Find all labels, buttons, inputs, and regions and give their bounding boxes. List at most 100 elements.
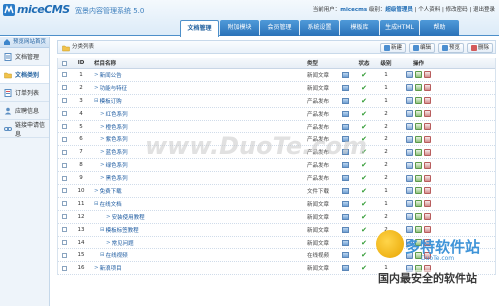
delete-row-icon[interactable] xyxy=(424,174,431,182)
preview-button[interactable]: 预览 xyxy=(437,43,464,53)
row-checkbox[interactable] xyxy=(58,124,70,129)
row-checkbox[interactable] xyxy=(58,201,70,207)
add-sub-icon[interactable] xyxy=(406,135,413,143)
select-all-checkbox[interactable] xyxy=(58,60,70,66)
edit-row-icon[interactable] xyxy=(415,71,422,79)
status-check-icon[interactable]: ✔ xyxy=(352,213,376,221)
edit-row-icon[interactable] xyxy=(415,251,422,259)
delete-row-icon[interactable] xyxy=(424,200,431,208)
table-row[interactable]: 6 > 紫色系列 产品发布 ✔ 2 xyxy=(58,133,495,147)
row-checkbox[interactable] xyxy=(58,227,70,233)
table-row[interactable]: 16 > 新浪项目 新闻文章 ✔ 1 xyxy=(58,262,495,276)
edit-row-icon[interactable] xyxy=(415,264,422,272)
add-sub-icon[interactable] xyxy=(406,187,413,195)
status-check-icon[interactable]: ✔ xyxy=(352,239,376,247)
tab-help[interactable]: 帮助 xyxy=(420,20,459,36)
tab-settings[interactable]: 系统设置 xyxy=(300,20,339,36)
row-name[interactable]: ⊟ 在线视频 xyxy=(92,251,307,259)
table-row[interactable]: 4 > 红色系列 产品发布 ✔ 2 xyxy=(58,108,495,121)
edit-row-icon[interactable] xyxy=(415,174,422,182)
row-name[interactable]: > 绿色系列 xyxy=(92,161,307,169)
delete-row-icon[interactable] xyxy=(424,110,431,118)
row-checkbox[interactable] xyxy=(58,111,70,117)
row-name[interactable]: > 安装使用教程 xyxy=(92,213,307,221)
add-sub-icon[interactable] xyxy=(406,71,413,79)
edit-row-icon[interactable] xyxy=(415,123,422,130)
row-name[interactable]: > 红色系列 xyxy=(92,110,307,118)
sidebar-item-documents[interactable]: 文档管理 xyxy=(0,48,49,66)
delete-row-icon[interactable] xyxy=(424,135,431,143)
add-sub-icon[interactable] xyxy=(406,213,413,221)
row-checkbox[interactable] xyxy=(58,175,70,181)
add-sub-icon[interactable] xyxy=(406,123,413,130)
status-check-icon[interactable]: ✔ xyxy=(352,226,376,234)
row-name[interactable]: ⊟ 在线文档 xyxy=(92,200,307,208)
delete-row-icon[interactable] xyxy=(424,148,431,156)
status-check-icon[interactable]: ✔ xyxy=(352,187,376,195)
table-row[interactable]: 9 > 黑色系列 产品发布 ✔ 2 xyxy=(58,172,495,186)
status-check-icon[interactable]: ✔ xyxy=(352,264,376,272)
preview-home-link[interactable]: 预览网站首页 xyxy=(0,37,49,48)
add-sub-icon[interactable] xyxy=(406,110,413,118)
table-row[interactable]: 1 > 新闻公告 新闻文章 ✔ 1 xyxy=(58,69,495,82)
delete-button[interactable]: 删除 xyxy=(466,43,493,53)
table-row[interactable]: 7 > 蓝色系列 产品发布 ✔ 2 xyxy=(58,146,495,160)
row-checkbox[interactable] xyxy=(58,72,70,78)
table-row[interactable]: 2 > 功能与特征 新闻文章 ✔ 1 xyxy=(58,82,495,95)
row-checkbox[interactable] xyxy=(58,240,70,246)
sidebar-item-categories[interactable]: 文档类别 xyxy=(0,66,49,84)
status-check-icon[interactable]: ✔ xyxy=(352,135,376,143)
edit-row-icon[interactable] xyxy=(415,213,422,221)
edit-button[interactable]: 编辑 xyxy=(408,43,435,53)
status-check-icon[interactable]: ✔ xyxy=(352,251,376,259)
sidebar-item-link-requests[interactable]: 链接申请信息 xyxy=(0,120,49,138)
add-sub-icon[interactable] xyxy=(406,97,413,105)
add-sub-icon[interactable] xyxy=(406,226,413,234)
status-check-icon[interactable]: ✔ xyxy=(352,84,376,92)
row-name[interactable]: > 常见问题 xyxy=(92,239,307,247)
edit-row-icon[interactable] xyxy=(415,110,422,118)
row-name[interactable]: > 黑色系列 xyxy=(92,174,307,182)
delete-row-icon[interactable] xyxy=(424,97,431,105)
delete-row-icon[interactable] xyxy=(424,239,431,247)
row-name[interactable]: ⊟ 模板订购 xyxy=(92,97,307,105)
delete-row-icon[interactable] xyxy=(424,84,431,92)
delete-row-icon[interactable] xyxy=(424,213,431,221)
tab-templates[interactable]: 模板库 xyxy=(340,20,379,36)
row-checkbox[interactable] xyxy=(58,188,70,194)
status-check-icon[interactable]: ✔ xyxy=(352,200,376,208)
row-name[interactable]: ⊟ 模板标签教程 xyxy=(92,226,307,234)
edit-row-icon[interactable] xyxy=(415,84,422,92)
row-name[interactable]: > 新浪项目 xyxy=(92,264,307,272)
status-check-icon[interactable]: ✔ xyxy=(352,148,376,156)
table-row[interactable]: 14>常见问题新闻文章✔2 xyxy=(58,237,495,250)
add-sub-icon[interactable] xyxy=(406,84,413,92)
add-sub-icon[interactable] xyxy=(406,161,413,169)
row-name[interactable]: > 功能与特征 xyxy=(92,84,307,92)
edit-row-icon[interactable] xyxy=(415,239,422,247)
row-checkbox[interactable] xyxy=(58,214,70,220)
table-row[interactable]: 5 > 橙色系列 产品发布 ✔ 2 xyxy=(58,121,495,134)
row-checkbox[interactable] xyxy=(58,265,70,271)
add-sub-icon[interactable] xyxy=(406,239,413,247)
row-name[interactable]: > 橙色系列 xyxy=(92,123,307,131)
table-row[interactable]: 10 > 免费下载 文件下载 ✔ 1 xyxy=(58,185,495,198)
new-button[interactable]: 新建 xyxy=(379,43,406,53)
sidebar-item-orders[interactable]: 订单列表 xyxy=(0,84,49,102)
delete-row-icon[interactable] xyxy=(424,264,431,272)
status-check-icon[interactable]: ✔ xyxy=(352,174,376,182)
tab-documents[interactable]: 文档管理 xyxy=(180,20,219,37)
add-sub-icon[interactable] xyxy=(406,174,413,182)
delete-row-icon[interactable] xyxy=(424,226,431,234)
edit-row-icon[interactable] xyxy=(415,135,422,143)
status-check-icon[interactable]: ✔ xyxy=(352,110,376,118)
edit-row-icon[interactable] xyxy=(415,148,422,156)
add-sub-icon[interactable] xyxy=(406,251,413,259)
table-row[interactable]: 11 ⊟ 在线文档 新闻文章 ✔ 1 xyxy=(58,198,495,211)
table-row[interactable]: 12 > 安装使用教程 新闻文章 ✔ 2 xyxy=(58,211,495,224)
tab-generate-html[interactable]: 生成HTML xyxy=(380,20,419,36)
edit-row-icon[interactable] xyxy=(415,161,422,169)
sidebar-item-applications[interactable]: 应聘信息 xyxy=(0,102,49,120)
status-check-icon[interactable]: ✔ xyxy=(352,123,376,131)
row-name[interactable]: > 免费下载 xyxy=(92,187,307,195)
